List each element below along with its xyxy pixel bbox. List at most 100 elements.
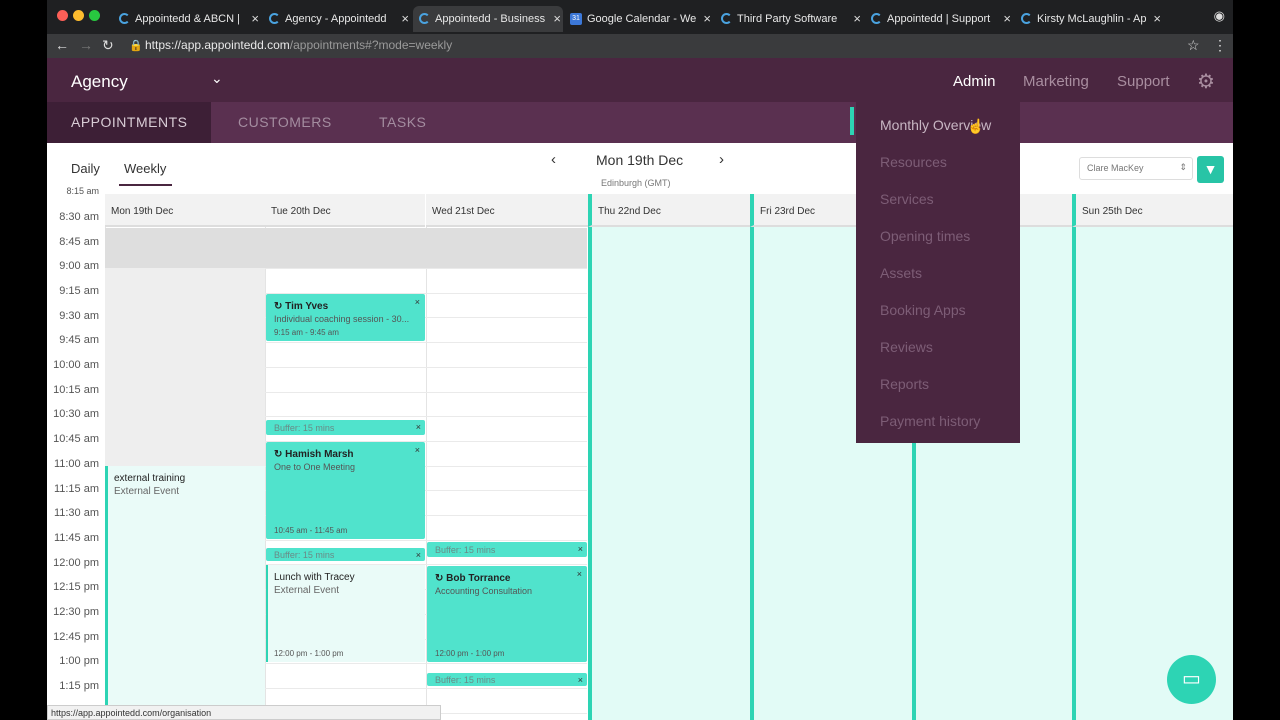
browser-tab[interactable]: Kirsty McLaughlin - Ap × xyxy=(1015,6,1163,32)
time-label: 1:15 pm xyxy=(59,680,99,692)
day-header: Mon 19th Dec xyxy=(105,194,265,227)
menu-item-reviews[interactable]: Reviews xyxy=(880,339,933,355)
nav-support[interactable]: Support xyxy=(1117,73,1170,90)
nav-admin[interactable]: Admin xyxy=(953,73,996,90)
appointment-card[interactable]: ↻ Tim Yves Individual coaching session -… xyxy=(266,294,425,341)
reload-icon[interactable]: ↻ xyxy=(102,37,114,54)
close-tab-icon[interactable]: × xyxy=(553,6,561,32)
day-column[interactable] xyxy=(1072,227,1233,720)
tab-appointments[interactable]: APPOINTMENTS xyxy=(47,102,212,143)
day-column[interactable] xyxy=(588,227,750,720)
time-label: 12:30 pm xyxy=(53,606,99,618)
admin-dropdown: Monthly Overview Resources Services Open… xyxy=(850,102,1020,443)
unavailable-block xyxy=(105,228,587,268)
buffer-block[interactable]: Buffer: 15 mins × xyxy=(266,548,425,561)
chat-button[interactable]: ▭ xyxy=(1167,655,1216,704)
time-label: 11:00 am xyxy=(53,458,99,470)
time-label: 11:30 am xyxy=(53,507,99,519)
browser-tab[interactable]: Appointedd | Support × xyxy=(865,6,1013,32)
address-bar: ← → ↻ 🔒 https://app.appointedd.com/appoi… xyxy=(47,34,1233,58)
external-event[interactable]: Lunch with Tracey External Event 12:00 p… xyxy=(266,565,425,662)
menu-item-services[interactable]: Services xyxy=(880,191,934,207)
time-label: 10:30 am xyxy=(53,408,99,420)
time-label: 9:45 am xyxy=(59,334,99,346)
menu-item-assets[interactable]: Assets xyxy=(880,265,922,281)
org-name[interactable]: Agency xyxy=(71,72,128,92)
maximize-window-button[interactable] xyxy=(89,10,100,21)
minimize-window-button[interactable] xyxy=(73,10,84,21)
browser-tab[interactable]: Appointedd & ABCN | × xyxy=(113,6,261,32)
status-bar-url: https://app.appointedd.com/organisation xyxy=(47,705,441,720)
time-label: 8:30 am xyxy=(59,211,99,223)
menu-item-opening-times[interactable]: Opening times xyxy=(880,228,970,244)
recurring-icon: ↻ xyxy=(435,573,444,584)
menu-item-reports[interactable]: Reports xyxy=(880,376,929,392)
close-tab-icon[interactable]: × xyxy=(1153,6,1161,32)
browser-tab[interactable]: 31 Google Calendar - We × xyxy=(565,6,713,32)
time-label: 8:15 am xyxy=(66,186,99,196)
day-header: Wed 21st Dec xyxy=(426,194,588,227)
tab-tasks[interactable]: TASKS xyxy=(379,102,426,143)
close-window-button[interactable] xyxy=(57,10,68,21)
external-event[interactable]: external training External Event xyxy=(105,466,265,720)
loading-icon xyxy=(1021,13,1032,24)
grid-line xyxy=(265,539,587,541)
browser-tab[interactable]: Agency - Appointedd × xyxy=(263,6,411,32)
close-tab-icon[interactable]: × xyxy=(1003,6,1011,32)
menu-item-payment-history[interactable]: Payment history xyxy=(880,413,980,429)
loading-icon xyxy=(419,13,430,24)
view-weekly[interactable]: Weekly xyxy=(119,161,173,186)
staff-select[interactable]: Clare MacKey ⇕ xyxy=(1079,157,1193,180)
chevron-down-icon[interactable]: ⌄ xyxy=(211,70,223,87)
close-icon[interactable]: × xyxy=(415,445,420,455)
view-daily[interactable]: Daily xyxy=(71,161,100,176)
browser-tab[interactable]: Third Party Software × xyxy=(715,6,863,32)
time-label: 8:45 am xyxy=(59,236,99,248)
date-navigator: ‹ Mon 19th Dec › xyxy=(533,147,743,175)
tab-customers[interactable]: CUSTOMERS xyxy=(238,102,332,143)
menu-dots-icon[interactable]: ⋮ xyxy=(1213,37,1227,54)
appointment-card[interactable]: ↻ Hamish Marsh One to One Meeting 10:45 … xyxy=(266,442,425,539)
buffer-block[interactable]: Buffer: 15 mins × xyxy=(266,420,425,435)
incognito-icon[interactable]: ◉ xyxy=(1214,8,1225,24)
time-label: 9:00 am xyxy=(59,260,99,272)
close-icon[interactable]: × xyxy=(577,569,582,579)
timezone-label: Edinburgh (GMT) xyxy=(601,178,671,188)
bookmark-star-icon[interactable]: ☆ xyxy=(1187,37,1200,54)
menu-item-booking-apps[interactable]: Booking Apps xyxy=(880,302,966,318)
menu-item-resources[interactable]: Resources xyxy=(880,154,947,170)
chat-icon: ▭ xyxy=(1182,668,1201,690)
grid-line xyxy=(265,342,587,344)
grid-line xyxy=(265,268,587,269)
time-label: 11:45 am xyxy=(53,532,99,544)
loading-icon xyxy=(269,13,280,24)
close-tab-icon[interactable]: × xyxy=(853,6,861,32)
grid-line xyxy=(265,391,587,393)
close-icon[interactable]: × xyxy=(578,675,583,685)
next-week-icon[interactable]: › xyxy=(719,151,724,168)
close-icon[interactable]: × xyxy=(416,550,421,560)
time-label: 9:15 am xyxy=(59,285,99,297)
close-icon[interactable]: × xyxy=(578,544,583,554)
filter-button[interactable]: ▼ xyxy=(1197,156,1224,183)
nav-marketing[interactable]: Marketing xyxy=(1023,73,1089,90)
close-tab-icon[interactable]: × xyxy=(703,6,711,32)
back-icon[interactable]: ← xyxy=(55,37,69,53)
appointment-card[interactable]: ↻ Bob Torrance Accounting Consultation 1… xyxy=(427,566,587,662)
close-icon[interactable]: × xyxy=(415,297,420,307)
browser-tab-active[interactable]: Appointedd - Business × xyxy=(413,6,563,32)
close-icon[interactable]: × xyxy=(416,422,421,432)
buffer-block[interactable]: Buffer: 15 mins × xyxy=(427,673,587,686)
close-tab-icon[interactable]: × xyxy=(401,6,409,32)
day-header: Sun 25th Dec xyxy=(1072,194,1233,227)
time-label: 11:15 am xyxy=(53,483,99,495)
time-label: 10:45 am xyxy=(53,433,99,445)
buffer-block[interactable]: Buffer: 15 mins × xyxy=(427,542,587,557)
gear-icon[interactable]: ⚙ xyxy=(1197,69,1215,94)
close-tab-icon[interactable]: × xyxy=(251,6,259,32)
prev-week-icon[interactable]: ‹ xyxy=(551,151,556,168)
forward-icon[interactable]: → xyxy=(79,37,93,53)
url-field[interactable]: https://app.appointedd.com/appointments#… xyxy=(145,38,452,52)
recurring-icon: ↻ xyxy=(274,301,283,312)
unavailable-block xyxy=(105,268,265,466)
